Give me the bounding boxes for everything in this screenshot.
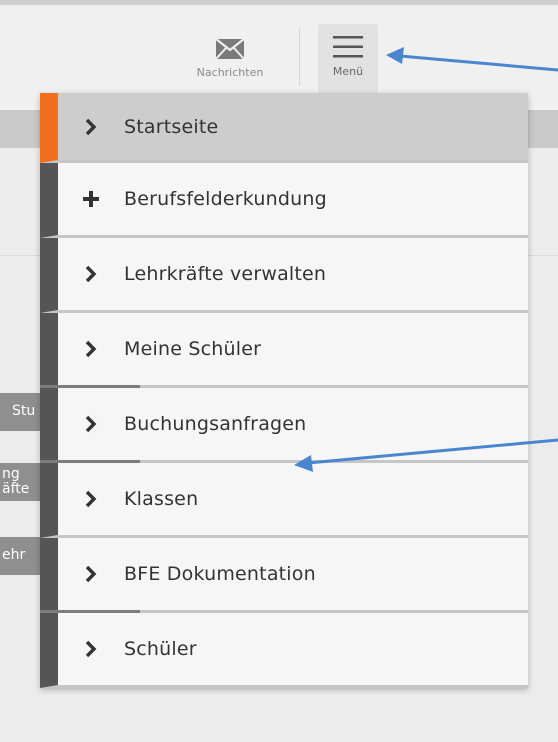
menu-item-berufsfelderkundung[interactable]: Berufsfelderkundung (40, 163, 528, 238)
menu-item-klassen[interactable]: Klassen (40, 463, 528, 538)
menu-label: Menü (332, 65, 364, 78)
menu-item-meine-schueler[interactable]: Meine Schüler (40, 313, 528, 388)
messages-label: Nachrichten (196, 66, 264, 79)
menu-item-lehrkraefte-verwalten[interactable]: Lehrkräfte verwalten (40, 238, 528, 313)
side-tab-text: äfte (2, 481, 30, 497)
menu-item-buchungsanfragen[interactable]: Buchungsanfragen (40, 388, 528, 463)
background-divider (528, 255, 558, 256)
header-divider (299, 28, 300, 86)
menu-item-label: Buchungsanfragen (124, 413, 307, 435)
background-divider (0, 255, 40, 256)
chevron-right-icon (80, 338, 102, 360)
side-tab-lehr[interactable]: ehr (0, 537, 42, 575)
side-tab-text: ehr (2, 547, 26, 563)
menu-item-label: Lehrkräfte verwalten (124, 263, 327, 285)
plus-icon (80, 188, 102, 210)
menu-item-label: Klassen (124, 488, 199, 510)
menu-button[interactable]: Menü (318, 24, 378, 98)
side-tab-text: ng (2, 466, 20, 482)
menu-item-startseite[interactable]: Startseite (40, 93, 528, 163)
menu-item-label: Berufsfelderkundung (124, 188, 327, 210)
messages-button[interactable]: Nachrichten (182, 38, 278, 98)
side-tab-stu[interactable]: Stu (0, 393, 42, 431)
menu-item-bfe-dokumentation[interactable]: BFE Dokumentation (40, 538, 528, 613)
menu-item-label: Schüler (124, 638, 197, 660)
menu-item-label: Startseite (124, 115, 219, 138)
side-tab-lehrkraefte[interactable]: ng äfte (0, 463, 42, 501)
dropdown-menu: Startseite Berufsfelderkundung Lehrkräft… (40, 93, 528, 688)
menu-item-schueler[interactable]: Schüler (40, 613, 528, 688)
chevron-right-icon (80, 263, 102, 285)
side-tab-text: Stu (12, 403, 36, 419)
hamburger-icon (332, 34, 364, 60)
envelope-icon (215, 38, 245, 60)
chevron-right-icon (80, 488, 102, 510)
chevron-right-icon (80, 638, 102, 660)
menu-item-label: Meine Schüler (124, 338, 262, 360)
chevron-right-icon (80, 413, 102, 435)
menu-item-label: BFE Dokumentation (124, 563, 316, 585)
chevron-right-icon (80, 563, 102, 585)
chevron-right-icon (80, 116, 102, 138)
